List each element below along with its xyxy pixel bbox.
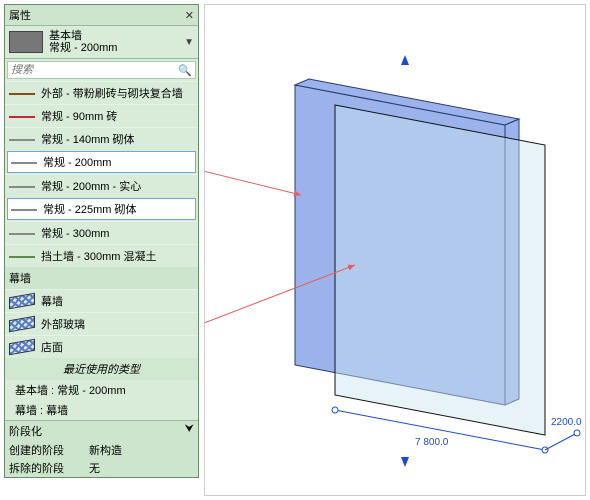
phase-value: 无 bbox=[89, 460, 100, 476]
list-item-label: 常规 - 90mm 砖 bbox=[41, 108, 194, 124]
scene-svg: 7 800.0 2200.0 bbox=[205, 5, 585, 495]
callout-arrow-icon bbox=[205, 170, 301, 195]
phase-key: 创建的阶段 bbox=[9, 442, 89, 458]
curtain-swatch-icon bbox=[9, 316, 35, 333]
type-subname: 常规 - 200mm bbox=[49, 42, 117, 54]
list-item-label: 常规 - 225mm 砌体 bbox=[43, 201, 192, 217]
list-item[interactable]: 常规 - 140mm 砌体 bbox=[5, 127, 198, 150]
list-item[interactable]: 外部 - 带粉刷砖与砌块复合墙 bbox=[5, 81, 198, 104]
list-item[interactable]: 外部玻璃 bbox=[5, 312, 198, 335]
list-item[interactable]: 常规 - 200mm - 实心 bbox=[5, 174, 198, 197]
list-item[interactable]: 常规 - 225mm 砌体 bbox=[7, 198, 196, 220]
list-item-label: 常规 - 200mm - 实心 bbox=[41, 178, 194, 194]
curtain-swatch-icon bbox=[9, 339, 35, 356]
close-icon[interactable]: ✕ bbox=[185, 9, 194, 22]
wall-curtain[interactable] bbox=[335, 105, 545, 435]
list-item-label: 常规 - 140mm 砌体 bbox=[41, 131, 194, 147]
panel-titlebar[interactable]: 属性 ✕ bbox=[5, 5, 198, 26]
type-list: 外部 - 带粉刷砖与砌块复合墙 常规 - 90mm 砖 常规 - 140mm 砌… bbox=[5, 81, 198, 420]
list-item[interactable]: 常规 - 300mm bbox=[5, 221, 198, 244]
wall-swatch-icon bbox=[9, 180, 35, 192]
search-box[interactable]: 🔍 bbox=[7, 61, 196, 79]
recent-item[interactable]: 基本墙 : 常规 - 200mm bbox=[5, 380, 198, 400]
list-item-label: 常规 - 300mm bbox=[41, 225, 194, 241]
phase-key: 拆除的阶段 bbox=[9, 460, 89, 476]
type-name: 基本墙 bbox=[49, 30, 117, 42]
phase-section: 阶段化 ⮟ 创建的阶段 新构造 拆除的阶段 无 bbox=[5, 420, 198, 477]
category-header: 幕墙 bbox=[5, 267, 198, 289]
search-icon[interactable]: 🔍 bbox=[178, 64, 192, 77]
list-item-label: 外部玻璃 bbox=[41, 316, 194, 332]
dimension[interactable]: 2200.0 bbox=[545, 417, 582, 450]
list-item[interactable]: 店面 bbox=[5, 335, 198, 358]
curtain-swatch-icon bbox=[9, 293, 35, 310]
phase-header-label: 阶段化 bbox=[9, 423, 42, 439]
drag-handle-icon[interactable] bbox=[401, 457, 409, 467]
phase-row[interactable]: 拆除的阶段 无 bbox=[5, 459, 198, 477]
list-item[interactable]: 挡土墙 - 300mm 混凝土 bbox=[5, 244, 198, 267]
list-item-label: 幕墙 bbox=[41, 293, 194, 309]
wall-swatch-icon bbox=[9, 87, 35, 99]
list-item[interactable]: 幕墙 bbox=[5, 289, 198, 312]
phase-row[interactable]: 创建的阶段 新构造 bbox=[5, 441, 198, 459]
wall-swatch-icon bbox=[11, 156, 37, 168]
type-selector-text: 基本墙 常规 - 200mm bbox=[49, 30, 117, 54]
search-input[interactable] bbox=[11, 64, 178, 76]
recent-item[interactable]: 幕墙 : 幕墙 bbox=[5, 400, 198, 420]
wall-swatch-icon bbox=[9, 110, 35, 122]
chevron-down-icon[interactable]: ▼ bbox=[184, 37, 194, 48]
type-selector[interactable]: 基本墙 常规 - 200mm ▼ bbox=[5, 26, 198, 59]
list-item-label: 挡土墙 - 300mm 混凝土 bbox=[41, 248, 194, 264]
expand-icon[interactable]: ⮟ bbox=[185, 423, 194, 439]
dimension-value: 7 800.0 bbox=[415, 437, 449, 448]
list-item-label: 常规 - 200mm bbox=[43, 154, 192, 170]
list-item-label: 外部 - 带粉刷砖与砌块复合墙 bbox=[41, 85, 194, 101]
properties-panel: 属性 ✕ 基本墙 常规 - 200mm ▼ 🔍 外部 - 带粉刷砖与砌块复合墙 … bbox=[4, 4, 199, 478]
phase-header[interactable]: 阶段化 ⮟ bbox=[5, 421, 198, 441]
recent-header: 最近使用的类型 bbox=[5, 358, 198, 380]
list-item[interactable]: 常规 - 90mm 砖 bbox=[5, 104, 198, 127]
wall-swatch-icon bbox=[9, 227, 35, 239]
viewport-3d[interactable]: 7 800.0 2200.0 bbox=[204, 4, 586, 496]
list-item-selected[interactable]: 常规 - 200mm bbox=[7, 151, 196, 173]
dimension-value: 2200.0 bbox=[551, 417, 582, 428]
type-swatch-icon bbox=[9, 31, 43, 53]
phase-value: 新构造 bbox=[89, 442, 122, 458]
drag-handle-icon[interactable] bbox=[401, 55, 409, 65]
wall-swatch-icon bbox=[11, 203, 37, 215]
panel-title-text: 属性 bbox=[9, 7, 31, 23]
wall-swatch-icon bbox=[9, 250, 35, 262]
wall-swatch-icon bbox=[9, 133, 35, 145]
list-item-label: 店面 bbox=[41, 339, 194, 355]
